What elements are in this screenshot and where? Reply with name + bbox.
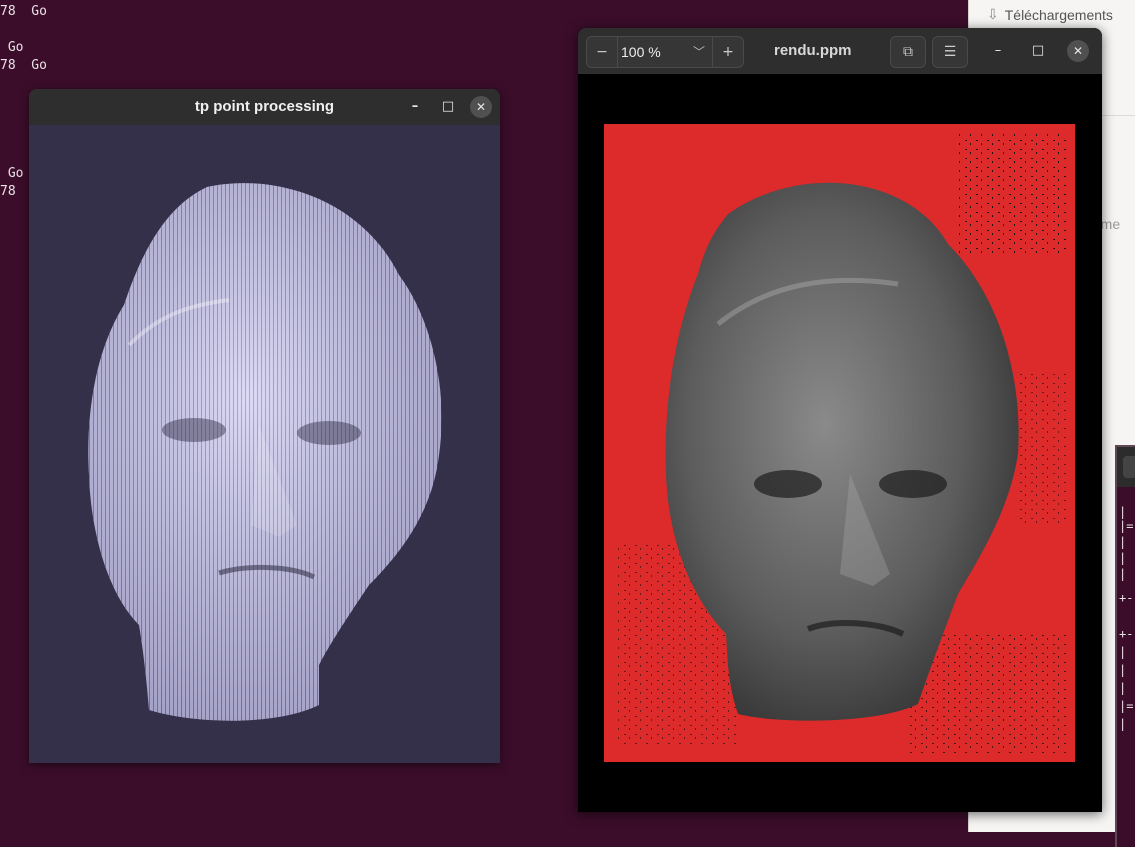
terminal-line: | (1119, 717, 1127, 731)
opengl-canvas[interactable] (29, 125, 500, 763)
terminal-line: | (1119, 567, 1127, 581)
head-shape (88, 183, 442, 721)
chevron-down-icon: ﹀ (692, 45, 705, 59)
terminal-line: | (1119, 535, 1127, 549)
terminal-line: | (1119, 663, 1127, 677)
terminal-line: 78 Go (0, 4, 47, 19)
sidebar-item-label: Téléchargements (1004, 6, 1113, 23)
zoom-control-group: − 100 % ﹀ + (586, 36, 744, 68)
terminal-line: |= (1119, 519, 1134, 533)
viewer-headerbar[interactable]: − 100 % ﹀ + rendu.ppm ⧉ ☰ – □ ✕ (578, 28, 1102, 74)
terminal-line: | (1119, 681, 1127, 695)
zoom-out-button[interactable]: − (587, 37, 617, 67)
zoom-in-button[interactable]: + (713, 37, 743, 67)
zoom-in-icon: + (722, 44, 734, 60)
menu-icon: ☰ (943, 44, 957, 60)
copy-button[interactable]: ⧉ (890, 36, 926, 68)
terminal-header (1117, 447, 1135, 487)
terminal-line: |= (1119, 699, 1134, 713)
main-menu-button[interactable]: ☰ (932, 36, 968, 68)
rendered-image (604, 124, 1075, 762)
zoom-level-value[interactable]: 100 % (621, 37, 661, 67)
window-title: rendu.ppm (774, 42, 852, 59)
point-cloud-head-render (88, 183, 442, 721)
maximize-button[interactable]: □ (437, 96, 459, 118)
minimize-button[interactable]: – (404, 96, 426, 118)
terminal-line: +- (1119, 627, 1134, 641)
download-icon: ⇩ (987, 6, 999, 22)
terminal-line: | (1119, 645, 1127, 659)
close-button[interactable]: ✕ (1067, 40, 1089, 62)
zoom-dropdown-button[interactable]: ﹀ (687, 37, 711, 67)
window-title: tp point processing (194, 98, 335, 115)
divider (617, 37, 618, 67)
window-titlebar[interactable]: tp point processing – □ ✕ (29, 89, 500, 125)
maximize-button[interactable]: □ (1027, 40, 1049, 62)
secondary-terminal[interactable]: | |= | | | +- +- | | | |= | (1115, 445, 1135, 847)
copy-icon: ⧉ (903, 44, 913, 60)
image-viewer-window[interactable]: − 100 % ﹀ + rendu.ppm ⧉ ☰ – □ ✕ (578, 28, 1102, 812)
terminal-tab-button[interactable] (1123, 456, 1135, 478)
terminal-line: Go (0, 166, 24, 181)
minimize-button[interactable]: – (987, 40, 1009, 62)
terminal-line: 78 Go (0, 58, 47, 73)
close-button[interactable]: ✕ (470, 96, 492, 118)
sidebar-item-downloads[interactable]: ⇩ Téléchargements (987, 6, 1113, 23)
terminal-line: Go (0, 40, 24, 55)
image-view-area[interactable] (578, 74, 1102, 812)
terminal-line: | (1119, 551, 1127, 565)
terminal-line: | (1119, 505, 1127, 519)
point-processing-window[interactable]: tp point processing – □ ✕ (29, 89, 500, 763)
zoom-out-icon: − (596, 44, 608, 60)
terminal-line: +- (1119, 591, 1134, 605)
